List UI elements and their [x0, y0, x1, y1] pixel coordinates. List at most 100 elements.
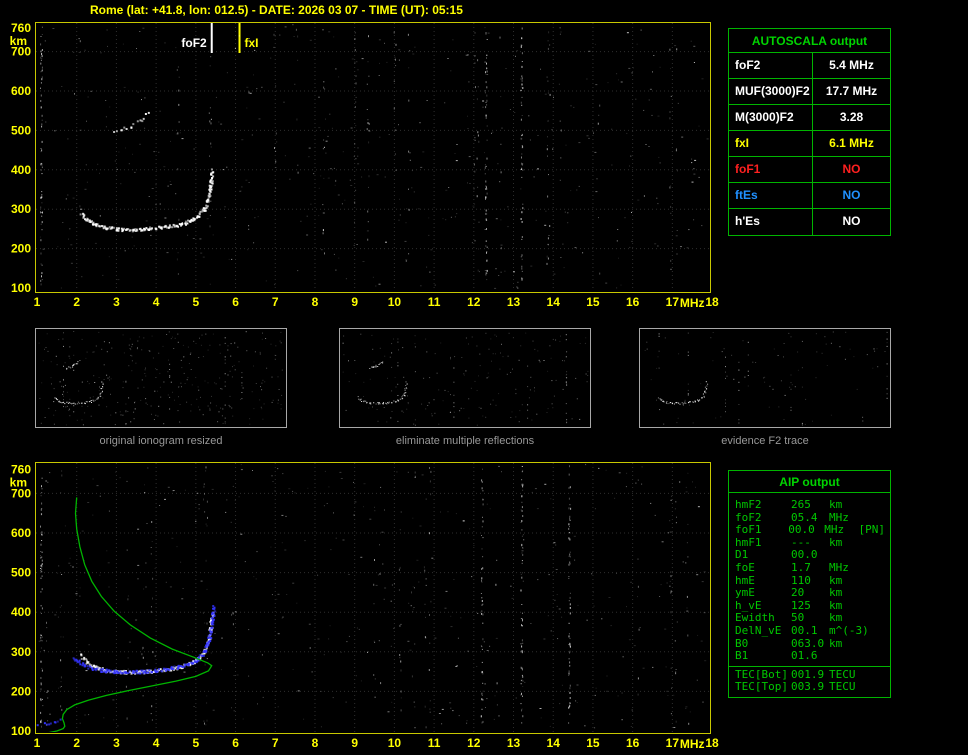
svg-text:7: 7 [272, 295, 279, 309]
aip-param-note [865, 600, 885, 613]
svg-text:300: 300 [11, 645, 31, 659]
aip-param-unit: km [829, 498, 843, 511]
aip-param-unit: km [829, 586, 843, 600]
aip-param-name: hmF2 [735, 498, 762, 511]
autoscala-param-name: M(3000)F2 [729, 105, 813, 130]
aip-row: DelN_vE 00.1 m^(-3) [735, 623, 885, 638]
aip-param-unit: MHz [829, 560, 849, 574]
svg-text:16: 16 [626, 295, 640, 309]
svg-text:12: 12 [467, 736, 481, 750]
svg-text:9: 9 [351, 736, 358, 750]
aip-row: foF1 00.0 MHz [PN] [735, 524, 885, 537]
svg-text:foF2: foF2 [181, 36, 207, 50]
aip-param-note [865, 549, 885, 562]
svg-text:100: 100 [11, 724, 31, 738]
svg-text:5: 5 [192, 295, 199, 309]
autoscala-param-name: foF2 [729, 53, 813, 78]
svg-text:15: 15 [586, 295, 600, 309]
svg-text:3: 3 [113, 295, 120, 309]
svg-text:4: 4 [153, 736, 160, 750]
autoscala-param-name: h'Es [729, 209, 813, 235]
svg-text:14: 14 [547, 736, 561, 750]
aip-param-value: 003.9 [791, 680, 825, 694]
aip-param-note [865, 625, 885, 638]
svg-text:18: 18 [705, 295, 719, 309]
svg-text:8: 8 [312, 295, 319, 309]
svg-text:2: 2 [73, 736, 80, 750]
svg-text:km: km [10, 34, 27, 48]
svg-text:10: 10 [388, 736, 402, 750]
svg-text:8: 8 [312, 736, 319, 750]
autoscala-app: Rome (lat: +41.8, lon: 012.5) - DATE: 20… [0, 0, 968, 755]
aip-output-panel: AIP output hmF2 265 km foF2 05.4 MHz foF… [728, 470, 891, 698]
autoscala-param-name: fxI [729, 131, 813, 156]
svg-text:17: 17 [666, 295, 680, 309]
aip-param-name: TEC[Top] [735, 680, 788, 694]
aip-param-unit [829, 650, 865, 663]
aip-param-note [865, 537, 885, 550]
svg-text:500: 500 [11, 123, 31, 137]
svg-text:7: 7 [272, 736, 279, 750]
aip-param-note [865, 575, 885, 588]
thumbnail-evidence-f2-trace [639, 328, 891, 428]
aip-row: ymE 20 km [735, 587, 885, 600]
autoscala-row: M(3000)F2 3.28 [729, 105, 890, 131]
svg-text:15: 15 [586, 736, 600, 750]
svg-text:km: km [10, 476, 27, 490]
autoscala-row: ftEs NO [729, 183, 890, 209]
aip-row: hmE 110 km [735, 574, 885, 588]
autoscala-row: fxI 6.1 MHz [729, 131, 890, 157]
svg-text:14: 14 [547, 295, 561, 309]
autoscala-param-value: NO [842, 188, 861, 202]
aip-param-value: 01.6 [791, 649, 818, 663]
aip-param-note [865, 681, 885, 694]
svg-text:17: 17 [666, 736, 680, 750]
aip-param-unit: TECU [829, 680, 856, 694]
aip-param-unit: km [829, 636, 843, 650]
autoscala-param-value: 5.4 MHz [829, 58, 874, 72]
aip-param-note [865, 562, 885, 575]
svg-text:760: 760 [11, 463, 31, 477]
aip-row: TEC[Top] 003.9 TECU [735, 681, 885, 694]
aip-param-value: 20 [791, 586, 805, 600]
svg-text:400: 400 [11, 605, 31, 619]
aip-param-name: ymE [735, 586, 755, 600]
svg-text:2: 2 [73, 295, 80, 309]
aip-param-note [865, 638, 885, 651]
autoscala-panel-title: AUTOSCALA output [729, 29, 890, 53]
aip-row: hmF2 265 km [735, 498, 885, 512]
svg-text:200: 200 [11, 242, 31, 256]
aip-param-value: 265 [791, 498, 811, 511]
autoscala-row: foF2 5.4 MHz [729, 53, 890, 79]
aip-rows: hmF2 265 km foF2 05.4 MHz foF1 00.0 MHz … [729, 493, 890, 663]
page-title: Rome (lat: +41.8, lon: 012.5) - DATE: 20… [90, 3, 463, 17]
svg-text:700: 700 [11, 45, 31, 59]
aip-row: B1 01.6 [735, 650, 885, 663]
svg-text:600: 600 [11, 84, 31, 98]
thumbnail-original-ionogram-image [38, 331, 283, 426]
autoscala-param-value: 17.7 MHz [825, 84, 878, 98]
svg-text:400: 400 [11, 163, 31, 177]
thumbnail-multiple-reflections-removed-image [342, 332, 589, 426]
svg-text:6: 6 [232, 736, 239, 750]
autoscala-param-name: foF1 [729, 157, 813, 182]
svg-text:760: 760 [11, 21, 31, 35]
autoscala-rows: foF2 5.4 MHz MUF(3000)F2 17.7 MHz M(3000… [729, 53, 890, 235]
svg-text:13: 13 [507, 736, 521, 750]
thumbnail-caption-evidence: evidence F2 trace [721, 435, 809, 447]
svg-text:MHz: MHz [680, 737, 705, 751]
thumbnail-evidence-f2-trace-image [644, 331, 888, 426]
svg-text:700: 700 [11, 486, 31, 500]
autoscala-row: MUF(3000)F2 17.7 MHz [729, 79, 890, 105]
thumbnail-caption-original: original ionogram resized [99, 435, 223, 447]
autoscala-param-value: NO [842, 162, 861, 176]
svg-text:300: 300 [11, 202, 31, 216]
svg-text:16: 16 [626, 736, 640, 750]
svg-text:13: 13 [507, 295, 521, 309]
aip-param-value: 00.1 [791, 623, 818, 637]
svg-text:18: 18 [705, 736, 719, 750]
autoscala-output-panel: AUTOSCALA output foF2 5.4 MHz MUF(3000)F… [728, 28, 891, 236]
svg-text:11: 11 [428, 295, 441, 309]
aip-param-name: foF1 [735, 523, 762, 537]
autoscala-param-name: ftEs [729, 183, 813, 208]
